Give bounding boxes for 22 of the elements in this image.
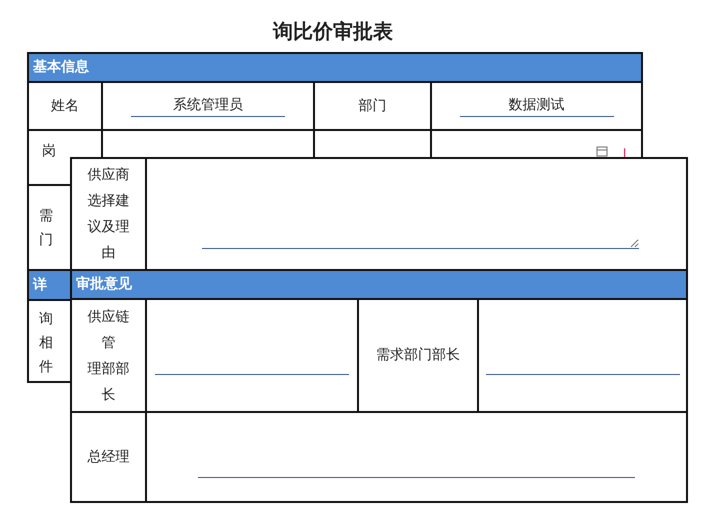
section-header: 详 — [33, 276, 47, 294]
field-label: 门 — [39, 230, 54, 250]
calendar-icon[interactable] — [596, 145, 608, 157]
input-field[interactable]: 数据测试 — [460, 95, 614, 117]
section-header: 审批意见 — [76, 274, 132, 294]
field-label: 件 — [39, 358, 54, 377]
field-label: 岗 — [42, 142, 56, 161]
field-label: 需求部门部长 — [376, 346, 460, 365]
field-label: 供应商选择建议及理由 — [86, 166, 130, 263]
section-header: 基本信息 — [33, 58, 89, 77]
field-label: 询 — [39, 310, 54, 329]
field-label: 管 — [102, 334, 116, 352]
input-field[interactable]: 系统管理员 — [131, 95, 285, 117]
field-label: 姓名 — [51, 96, 79, 116]
field-label: 长 — [102, 386, 116, 404]
field-label: 部门 — [358, 96, 386, 116]
field-label: 需 — [39, 206, 54, 226]
field-label: 理部部 — [88, 360, 130, 378]
field-label: 相 — [39, 334, 54, 353]
field-label: 供应链 — [88, 308, 130, 326]
form-title: 询比价审批表 — [273, 18, 393, 45]
field-label: 总经理 — [88, 448, 130, 466]
